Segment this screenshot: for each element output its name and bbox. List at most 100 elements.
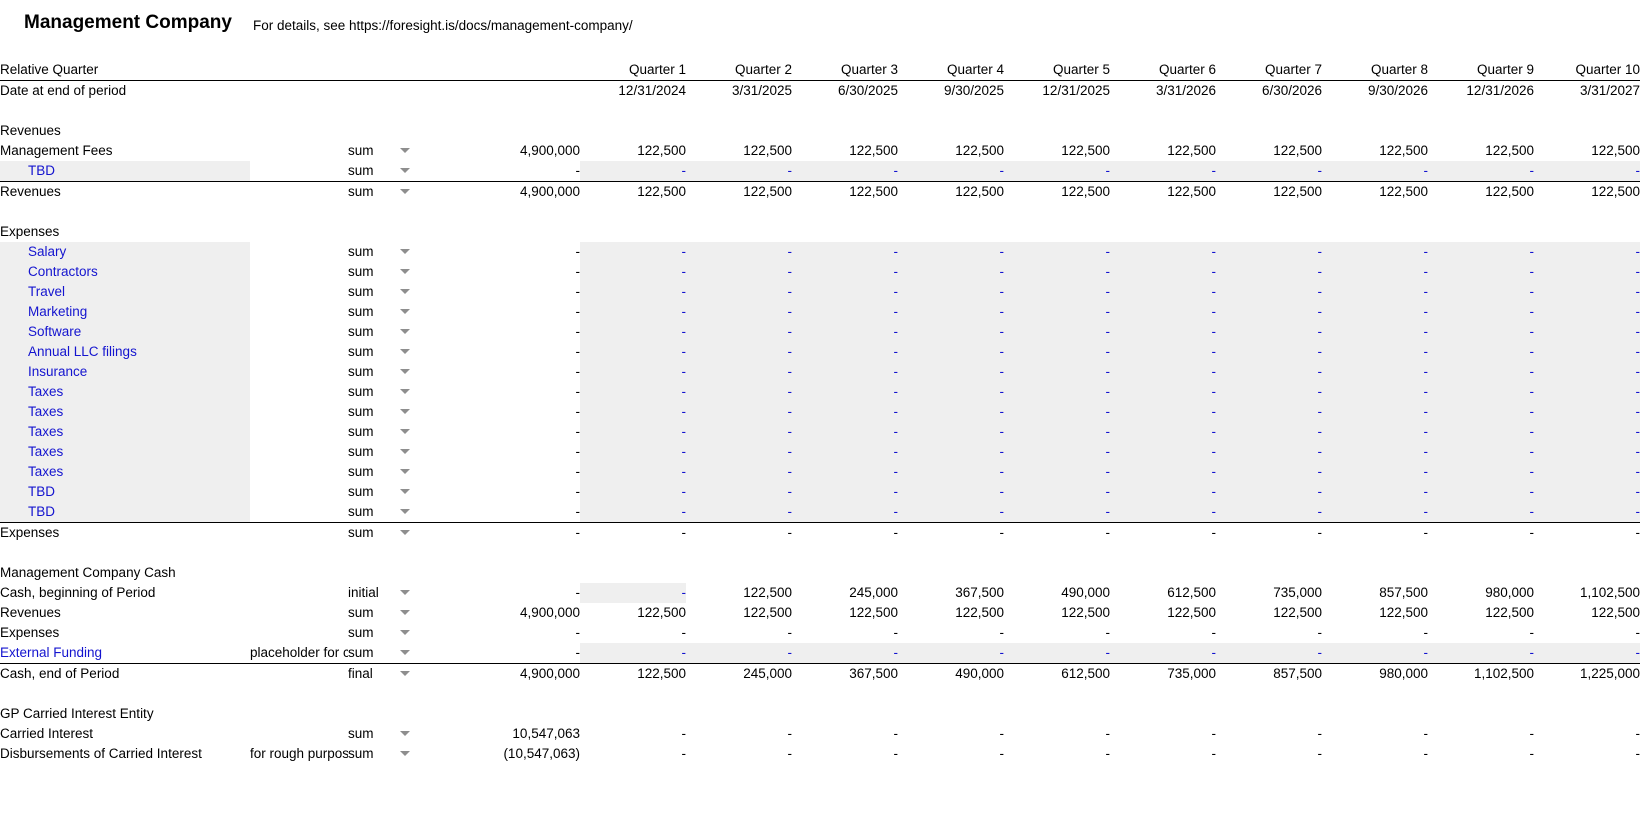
cell-q4[interactable]: - xyxy=(898,322,1004,342)
cell-q8[interactable]: - xyxy=(1322,462,1428,482)
cell-q2[interactable]: - xyxy=(686,422,792,442)
row-aggregation[interactable]: sum xyxy=(348,161,400,182)
row-note[interactable] xyxy=(250,623,348,643)
cell-q5[interactable]: - xyxy=(1004,262,1110,282)
cell-q9[interactable]: - xyxy=(1428,262,1534,282)
row-label[interactable]: Cash, end of Period xyxy=(0,664,250,685)
cell-q5[interactable]: - xyxy=(1004,462,1110,482)
cell-q6[interactable]: - xyxy=(1110,422,1216,442)
cell-q5[interactable]: - xyxy=(1004,242,1110,262)
aggregation-dropdown[interactable] xyxy=(400,282,430,302)
cell-q7[interactable]: - xyxy=(1216,462,1322,482)
cell-q10[interactable]: - xyxy=(1534,161,1640,182)
row-note[interactable] xyxy=(250,462,348,482)
row-aggregation[interactable]: sum xyxy=(348,182,400,203)
cell-q7[interactable]: - xyxy=(1216,382,1322,402)
cell-q1[interactable]: - xyxy=(580,462,686,482)
cell-q1[interactable]: - xyxy=(580,502,686,523)
row-aggregation[interactable]: sum xyxy=(348,402,400,422)
row-label[interactable]: Cash, beginning of Period xyxy=(0,583,250,603)
cell-q7[interactable]: - xyxy=(1216,282,1322,302)
cell-q7[interactable]: - xyxy=(1216,322,1322,342)
cell-q5[interactable]: - xyxy=(1004,382,1110,402)
cell-q1[interactable]: - xyxy=(580,262,686,282)
cell-q6[interactable]: - xyxy=(1110,643,1216,664)
row-aggregation[interactable]: sum xyxy=(348,482,400,502)
cell-q10[interactable]: - xyxy=(1534,302,1640,322)
cell-q1[interactable]: - xyxy=(580,442,686,462)
aggregation-dropdown[interactable] xyxy=(400,161,430,182)
cell-q7[interactable]: - xyxy=(1216,442,1322,462)
cell-q8[interactable]: - xyxy=(1322,342,1428,362)
cell-q2[interactable]: - xyxy=(686,382,792,402)
cell-q5[interactable]: - xyxy=(1004,342,1110,362)
cell-q3[interactable]: - xyxy=(792,362,898,382)
row-note[interactable] xyxy=(250,342,348,362)
cell-q10[interactable]: - xyxy=(1534,462,1640,482)
cell-q1[interactable]: - xyxy=(580,342,686,362)
cell-q3[interactable]: - xyxy=(792,482,898,502)
aggregation-dropdown[interactable] xyxy=(400,262,430,282)
aggregation-dropdown[interactable] xyxy=(400,302,430,322)
cell-q1[interactable]: - xyxy=(580,482,686,502)
aggregation-dropdown[interactable] xyxy=(400,342,430,362)
row-label[interactable]: Annual LLC filings xyxy=(0,342,250,362)
cell-q4[interactable]: - xyxy=(898,282,1004,302)
row-note[interactable]: placeholder for c xyxy=(250,643,348,664)
cell-q7[interactable]: - xyxy=(1216,161,1322,182)
row-note[interactable] xyxy=(250,402,348,422)
row-aggregation[interactable]: sum xyxy=(348,362,400,382)
cell-q4[interactable]: - xyxy=(898,422,1004,442)
cell-q10[interactable]: - xyxy=(1534,382,1640,402)
row-aggregation[interactable]: sum xyxy=(348,623,400,643)
cell-q9[interactable]: - xyxy=(1428,382,1534,402)
row-aggregation[interactable]: sum xyxy=(348,442,400,462)
row-aggregation[interactable]: sum xyxy=(348,502,400,523)
aggregation-dropdown[interactable] xyxy=(400,664,430,685)
cell-q10[interactable]: - xyxy=(1534,262,1640,282)
row-aggregation[interactable]: sum xyxy=(348,262,400,282)
row-label[interactable]: Taxes xyxy=(0,402,250,422)
cell-q3[interactable]: - xyxy=(792,402,898,422)
cell-q2[interactable]: - xyxy=(686,161,792,182)
row-aggregation[interactable]: sum xyxy=(348,282,400,302)
cell-q5[interactable]: - xyxy=(1004,643,1110,664)
aggregation-dropdown[interactable] xyxy=(400,502,430,523)
cell-q1[interactable]: - xyxy=(580,583,686,603)
row-label[interactable]: Carried Interest xyxy=(0,724,250,744)
cell-q2[interactable]: - xyxy=(686,362,792,382)
cell-q9[interactable]: - xyxy=(1428,442,1534,462)
cell-q3[interactable]: - xyxy=(792,442,898,462)
cell-q1[interactable]: - xyxy=(580,282,686,302)
cell-q9[interactable]: - xyxy=(1428,462,1534,482)
aggregation-dropdown[interactable] xyxy=(400,523,430,544)
cell-q4[interactable]: - xyxy=(898,643,1004,664)
row-label[interactable]: Taxes xyxy=(0,382,250,402)
cell-q6[interactable]: - xyxy=(1110,342,1216,362)
row-label[interactable]: Expenses xyxy=(0,623,250,643)
cell-q4[interactable]: - xyxy=(898,382,1004,402)
cell-q2[interactable]: - xyxy=(686,402,792,422)
row-label[interactable]: TBD xyxy=(0,482,250,502)
cell-q6[interactable]: - xyxy=(1110,161,1216,182)
cell-q3[interactable]: - xyxy=(792,242,898,262)
row-note[interactable] xyxy=(250,262,348,282)
cell-q1[interactable]: - xyxy=(580,643,686,664)
row-note[interactable] xyxy=(250,603,348,623)
cell-q2[interactable]: - xyxy=(686,342,792,362)
row-note[interactable] xyxy=(250,302,348,322)
cell-q10[interactable]: - xyxy=(1534,402,1640,422)
row-label[interactable]: Disbursements of Carried Interest xyxy=(0,744,250,764)
row-note[interactable] xyxy=(250,141,348,161)
row-note[interactable] xyxy=(250,242,348,262)
cell-q10[interactable]: - xyxy=(1534,282,1640,302)
cell-q6[interactable]: - xyxy=(1110,242,1216,262)
cell-q9[interactable]: - xyxy=(1428,422,1534,442)
row-aggregation[interactable]: sum xyxy=(348,242,400,262)
row-label[interactable]: Software xyxy=(0,322,250,342)
aggregation-dropdown[interactable] xyxy=(400,242,430,262)
cell-q4[interactable]: - xyxy=(898,402,1004,422)
aggregation-dropdown[interactable] xyxy=(400,402,430,422)
cell-q8[interactable]: - xyxy=(1322,442,1428,462)
row-label[interactable]: Contractors xyxy=(0,262,250,282)
